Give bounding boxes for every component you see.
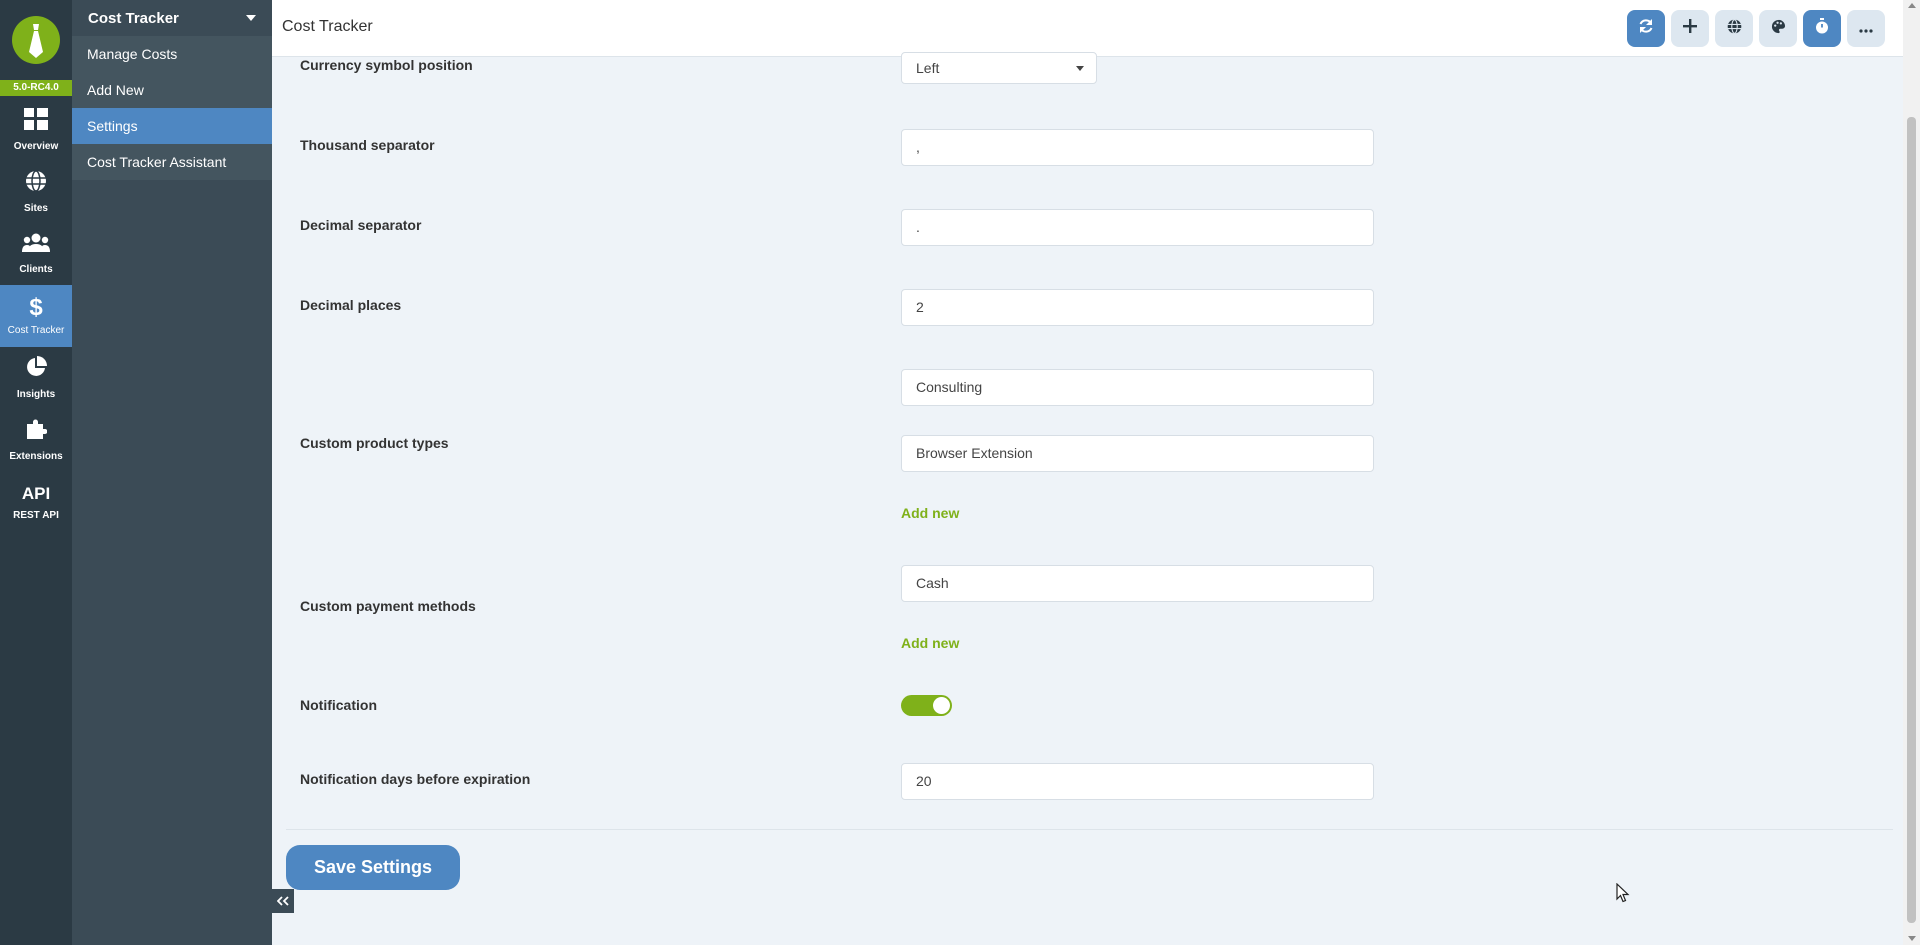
scroll-up-arrow-icon[interactable] [1908, 3, 1916, 8]
currency-position-value: Left [916, 60, 940, 76]
add-button[interactable] [1671, 10, 1709, 47]
product-type-input[interactable]: Consulting [901, 369, 1374, 406]
payment-methods-label: Custom payment methods [300, 598, 476, 614]
sync-button[interactable] [1627, 10, 1665, 47]
settings-content: Currency symbol position Left Thousand s… [272, 52, 1903, 945]
plus-icon [1683, 19, 1697, 38]
thousand-separator-label: Thousand separator [300, 137, 435, 153]
decimal-places-label: Decimal places [300, 297, 402, 313]
top-bar: Cost Tracker [272, 0, 1903, 57]
users-icon [22, 233, 50, 258]
double-chevron-left-icon [276, 893, 289, 909]
timer-button[interactable] [1803, 10, 1841, 47]
subnav-item-manage-costs[interactable]: Manage Costs [72, 36, 272, 72]
divider [286, 829, 1893, 830]
rail-item-sites[interactable]: Sites [0, 161, 72, 223]
subnav-item-assistant[interactable]: Cost Tracker Assistant [72, 144, 272, 180]
save-settings-button[interactable]: Save Settings [286, 845, 460, 890]
currency-position-label: Currency symbol position [300, 57, 473, 73]
logo-icon[interactable] [12, 16, 60, 64]
globe-icon [1727, 18, 1742, 39]
collapse-sidebar-button[interactable] [272, 889, 294, 913]
add-product-type-link[interactable]: Add new [901, 505, 959, 521]
dollar-icon: $ [29, 293, 43, 321]
pie-chart-icon [25, 356, 47, 383]
notification-toggle[interactable] [901, 695, 952, 716]
rail-item-insights[interactable]: Insights [0, 347, 72, 409]
globe-icon [25, 170, 47, 197]
theme-button[interactable] [1759, 10, 1797, 47]
grid-icon [24, 108, 48, 135]
puzzle-icon [25, 418, 48, 445]
rail-item-label: Clients [19, 264, 53, 275]
rail-item-label: Extensions [9, 451, 63, 462]
version-badge: 5.0-RC4.0 [0, 80, 72, 96]
sites-button[interactable] [1715, 10, 1753, 47]
rail-item-label: Overview [13, 141, 59, 152]
logo-area[interactable] [0, 0, 72, 80]
rail-item-extensions[interactable]: Extensions [0, 409, 72, 471]
notification-days-input[interactable]: 20 [901, 763, 1374, 800]
palette-icon [1771, 19, 1786, 39]
decimal-places-input[interactable]: 2 [901, 289, 1374, 326]
subnav-item-settings[interactable]: Settings [72, 108, 272, 144]
add-payment-method-link[interactable]: Add new [901, 635, 959, 651]
rail-item-label: Insights [16, 389, 56, 400]
scrollbar[interactable] [1903, 0, 1920, 945]
decimal-separator-input[interactable]: . [901, 209, 1374, 246]
scroll-thumb[interactable] [1907, 117, 1916, 923]
rail-item-cost-tracker[interactable]: $ Cost Tracker [0, 285, 72, 347]
subnav-title: Cost Tracker [88, 9, 179, 27]
scroll-down-arrow-icon[interactable] [1908, 936, 1916, 941]
timer-icon [1815, 18, 1829, 39]
notification-days-label: Notification days before expiration [300, 771, 531, 787]
rail-item-label: Cost Tracker [7, 324, 65, 336]
mouse-cursor-icon [1616, 882, 1630, 908]
sync-icon [1638, 18, 1654, 39]
icon-rail: 5.0-RC4.0 Overview Sites Clients $ Cost … [0, 0, 72, 945]
caret-down-icon[interactable] [246, 15, 256, 21]
api-icon: API [21, 483, 51, 503]
product-type-input[interactable]: Browser Extension [901, 435, 1374, 472]
rail-item-label: Sites [24, 203, 48, 214]
decimal-separator-label: Decimal separator [300, 217, 422, 233]
secondary-nav: Cost Tracker Manage Costs Add New Settin… [72, 0, 272, 945]
rail-item-clients[interactable]: Clients [0, 223, 72, 285]
more-icon [1859, 20, 1873, 38]
rail-item-label: REST API [13, 509, 59, 521]
subnav-header[interactable]: Cost Tracker [72, 0, 272, 36]
payment-method-input[interactable]: Cash [901, 565, 1374, 602]
toggle-knob [933, 697, 950, 714]
product-types-label: Custom product types [300, 435, 449, 451]
page-title: Cost Tracker [282, 18, 373, 35]
currency-position-select[interactable]: Left [901, 52, 1097, 84]
caret-down-icon [1076, 66, 1084, 71]
rail-item-overview[interactable]: Overview [0, 99, 72, 161]
thousand-separator-input[interactable]: , [901, 129, 1374, 166]
rail-item-rest-api[interactable]: API REST API [0, 471, 72, 533]
notification-label: Notification [300, 697, 377, 713]
subnav-item-add-new[interactable]: Add New [72, 72, 272, 108]
more-button[interactable] [1847, 10, 1885, 47]
